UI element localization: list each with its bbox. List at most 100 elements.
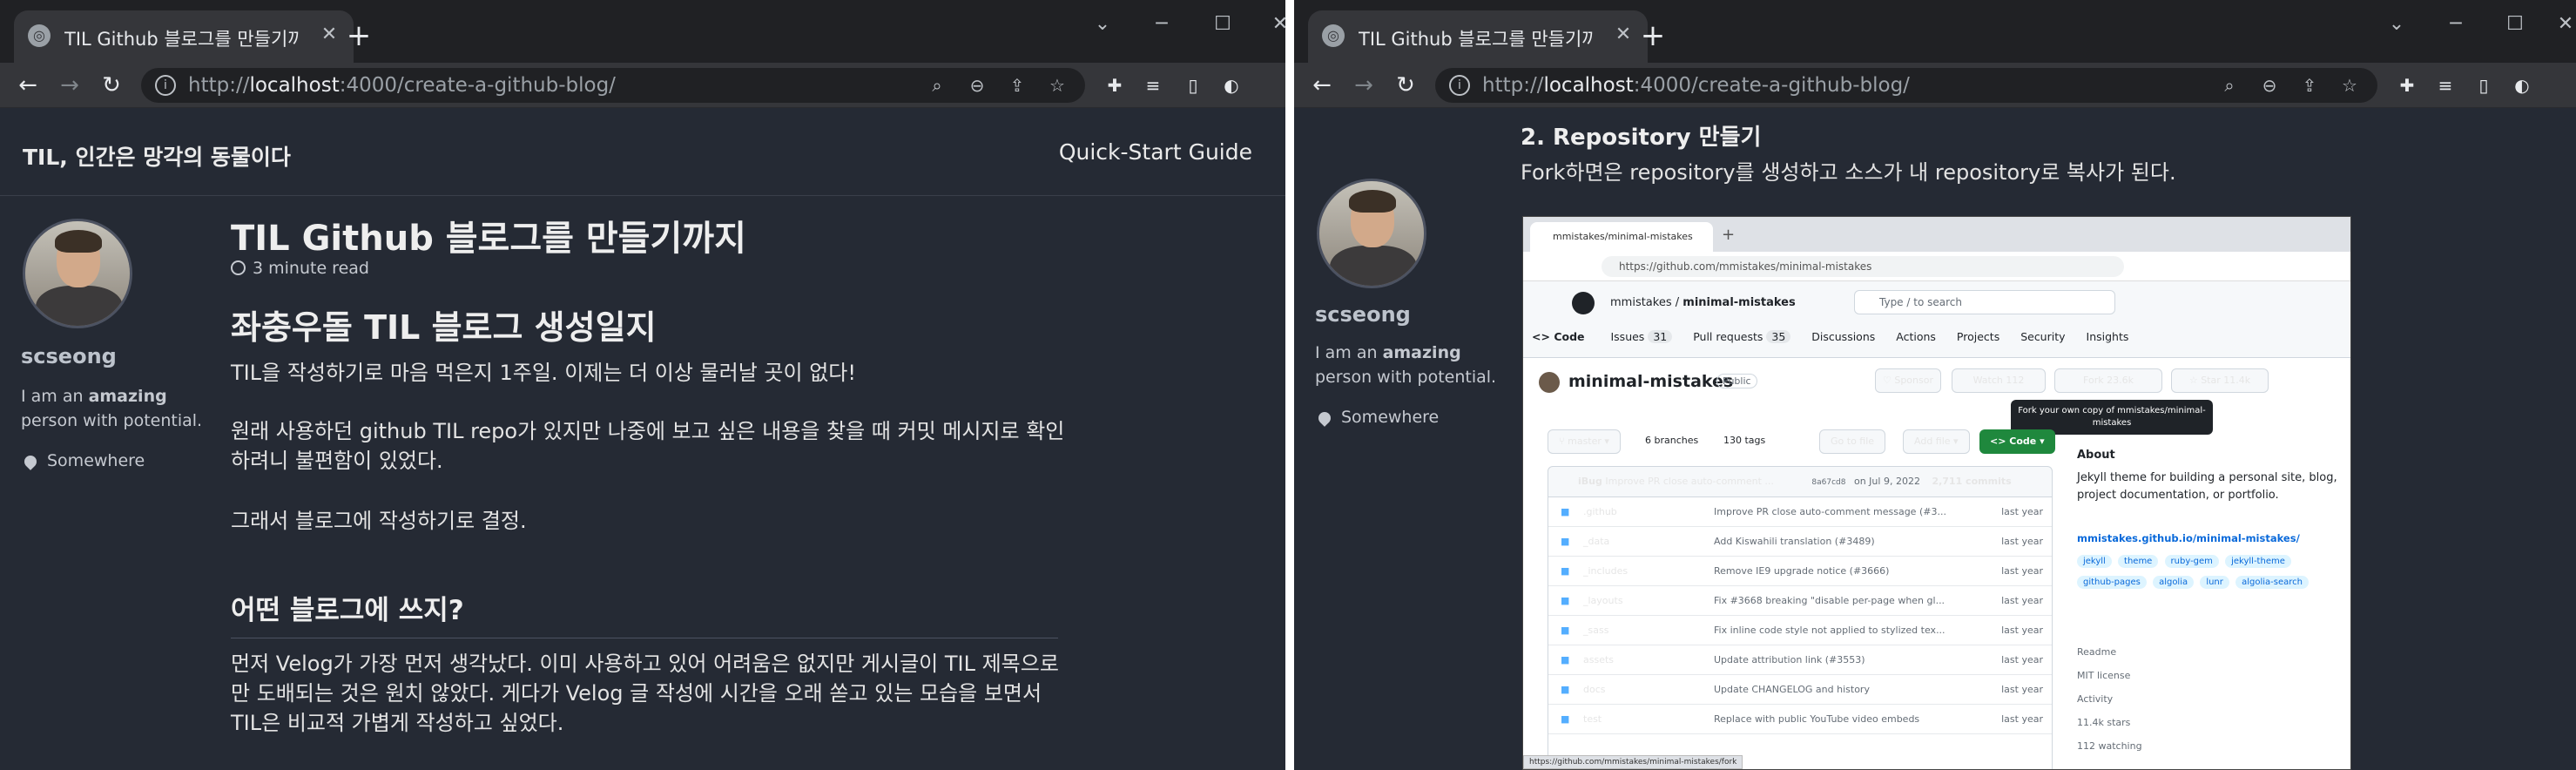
author-bio: I am an amazing person with potential. <box>21 387 203 430</box>
profile-icon[interactable]: ◐ <box>1219 73 1244 98</box>
gh-file-row: ■ assets Update attribution link (#3553) la… <box>1548 645 2052 675</box>
globe-icon: ◎ <box>28 24 51 47</box>
extensions-icon[interactable]: ✚ <box>2395 73 2419 98</box>
browser-toolbar: ← → ↻ i http://localhost:4000/create-a-g… <box>0 63 1285 108</box>
gh-header: mmistakes / minimal-mistakes Type / to s… <box>1523 281 2350 358</box>
gh-about-link: mmistakes.github.io/minimal-mistakes/ <box>2077 532 2300 544</box>
site-info-icon[interactable]: i <box>1449 75 1470 96</box>
gh-visibility: Public <box>1716 374 1757 388</box>
location-pin-icon <box>22 452 39 470</box>
address-bar[interactable]: i http://localhost:4000/create-a-github-… <box>141 68 1085 103</box>
gh-branch-select: ⑂ master ▾ <box>1548 429 1621 454</box>
gh-tab-strip: mmistakes/minimal-mistakes + <box>1523 217 2350 252</box>
gh-file-row: ■ _data Add Kiswahili translation (#3489) l… <box>1548 527 2052 557</box>
author-location[interactable]: Somewhere <box>22 451 145 470</box>
close-tab-icon[interactable]: ✕ <box>1611 23 1635 47</box>
address-bar[interactable]: i http://localhost:4000/create-a-github-… <box>1435 68 2377 103</box>
close-window-button[interactable]: ✕ <box>1254 7 1285 42</box>
gh-commit-bar: iBug Improve PR close auto-comment ... 8… <box>1548 466 2053 497</box>
side-panel-icon[interactable]: ▯ <box>2471 73 2496 98</box>
site-info-icon[interactable]: i <box>155 75 176 96</box>
browser-toolbar: ← → ↻ i http://localhost:4000/create-a-g… <box>1294 63 2576 108</box>
reading-list-icon[interactable]: ≡ <box>1141 73 1165 98</box>
masthead: TIL, 인간은 망각의 동물이다 Quick-Start Guide <box>0 109 1285 196</box>
forward-icon[interactable]: → <box>1346 68 1381 103</box>
gh-file-row: ■ _sass Fix inline code style not applied … <box>1548 616 2052 645</box>
reload-icon[interactable]: ↻ <box>1388 68 1423 103</box>
maximize-button[interactable]: ☐ <box>2489 7 2541 42</box>
gh-file-row: ■ test Replace with public YouTube video e… <box>1548 705 2052 734</box>
gh-file-row: ■ .github Improve PR close auto-comment me… <box>1548 497 2052 527</box>
gh-fork-button: Fork 23.6k <box>2054 368 2162 393</box>
tab-search-icon[interactable]: ⌄ <box>1076 7 1129 42</box>
reload-icon[interactable]: ↻ <box>94 68 129 103</box>
paragraph-3: 그래서 블로그에 작성하기로 결정. <box>231 509 527 533</box>
browser-tab[interactable]: ◎ TIL Github 블로그를 만들기까지 ✕ <box>1308 10 1648 63</box>
reading-list-icon[interactable]: ≡ <box>2433 73 2458 98</box>
tab-title: TIL Github 블로그를 만들기까지 <box>1359 29 1594 50</box>
author-avatar <box>23 219 132 328</box>
gh-topics: jekyll theme ruby-gem jekyll-theme githu… <box>2077 551 2330 593</box>
github-screenshot: mmistakes/minimal-mistakes + https://git… <box>1522 216 2351 770</box>
heading-repository: 2. Repository 만들기 <box>1521 125 1762 151</box>
gh-side-links: Readme MIT license Activity 11.4k stars … <box>2077 646 2142 752</box>
gh-search: Type / to search <box>1854 290 2115 314</box>
close-window-button[interactable]: ✕ <box>2539 7 2576 42</box>
gh-status-bar: https://github.com/mmistakes/minimal-mis… <box>1523 755 1743 769</box>
post-title: TIL Github 블로그를 만들기까지 <box>231 219 746 259</box>
gh-branches: 6 branches <box>1645 435 1699 446</box>
author-avatar <box>1317 179 1426 288</box>
paragraph-5: Fork하면은 repository를 생성하고 소스가 내 repositor… <box>1521 160 2176 185</box>
page-viewport: scseong I am an amazing person with pote… <box>1294 109 2576 770</box>
author-bio: I am an amazing person with potential. <box>1315 343 1497 387</box>
zoom-icon[interactable]: ⊖ <box>965 73 989 98</box>
minimize-button[interactable]: ─ <box>2430 7 2482 42</box>
zoom-icon[interactable]: ⊖ <box>2257 73 2282 98</box>
profile-icon[interactable]: ◐ <box>2510 73 2534 98</box>
side-panel-icon[interactable]: ▯ <box>1181 73 1205 98</box>
tab-strip: ◎ TIL Github 블로그를 만들기까지 ✕ + ⌄ ─ ☐ ✕ <box>0 0 1285 63</box>
gh-sponsor-button: ♡ Sponsor <box>1875 368 1941 393</box>
maximize-button[interactable]: ☐ <box>1197 7 1249 42</box>
search-icon[interactable]: ⌕ <box>925 73 949 98</box>
paragraph-2: 원래 사용하던 github TIL repo가 있지만 나중에 보고 싶은 내… <box>231 419 1065 473</box>
gh-url: https://github.com/mmistakes/minimal-mis… <box>1602 256 2124 277</box>
gh-owner-avatar <box>1539 372 1560 393</box>
share-icon[interactable]: ⇪ <box>2297 73 2322 98</box>
heading-blog-log: 좌충우돌 TIL 블로그 생성일지 <box>231 308 657 347</box>
github-logo-icon <box>1572 292 1595 314</box>
gh-watch-button: Watch 112 <box>1952 368 2046 393</box>
new-tab-button[interactable]: + <box>341 19 376 54</box>
url-text: http://localhost:4000/create-a-github-bl… <box>1482 74 1910 97</box>
gh-about-title: About <box>2077 449 2115 462</box>
location-pin-icon <box>1316 409 1333 427</box>
close-tab-icon[interactable]: ✕ <box>317 23 341 47</box>
author-location[interactable]: Somewhere <box>1316 408 1439 427</box>
gh-tags: 130 tags <box>1723 435 1766 446</box>
gh-toolbar: https://github.com/mmistakes/minimal-mis… <box>1523 252 2350 281</box>
gh-file-list: ■ .github Improve PR close auto-comment me… <box>1548 497 2053 769</box>
back-icon[interactable]: ← <box>1305 68 1339 103</box>
site-title[interactable]: TIL, 인간은 망각의 동물이다 <box>23 140 291 172</box>
new-tab-button[interactable]: + <box>1635 19 1670 54</box>
extensions-icon[interactable]: ✚ <box>1103 73 1127 98</box>
tab-title: TIL Github 블로그를 만들기까지 <box>64 29 300 50</box>
gh-body: minimal-mistakes Public ♡ Sponsor Watch … <box>1523 358 2350 769</box>
browser-tab[interactable]: ◎ TIL Github 블로그를 만들기까지 ✕ <box>14 10 354 63</box>
tab-search-icon[interactable]: ⌄ <box>2370 7 2423 42</box>
globe-icon: ◎ <box>1322 24 1345 47</box>
back-icon[interactable]: ← <box>10 68 45 103</box>
minimize-button[interactable]: ─ <box>1136 7 1188 42</box>
gh-file-row: ■ _includes Remove IE9 upgrade notice (#36… <box>1548 557 2052 586</box>
url-text: http://localhost:4000/create-a-github-bl… <box>188 74 616 97</box>
search-icon[interactable]: ⌕ <box>2217 73 2242 98</box>
gh-code-button: <> Code ▾ <box>1979 429 2055 454</box>
bookmark-star-icon[interactable]: ☆ <box>1045 73 1069 98</box>
share-icon[interactable]: ⇪ <box>1005 73 1029 98</box>
forward-icon[interactable]: → <box>52 68 87 103</box>
tab-strip: ◎ TIL Github 블로그를 만들기까지 ✕ + ⌄ ─ ☐ ✕ <box>1294 0 2576 63</box>
bookmark-star-icon[interactable]: ☆ <box>2337 73 2362 98</box>
gh-repo-name: minimal-mistakes <box>1682 296 1796 309</box>
nav-link-quick-start[interactable]: Quick-Start Guide <box>1059 139 1252 165</box>
browser-window-left: ◎ TIL Github 블로그를 만들기까지 ✕ + ⌄ ─ ☐ ✕ ← → … <box>0 0 1285 770</box>
